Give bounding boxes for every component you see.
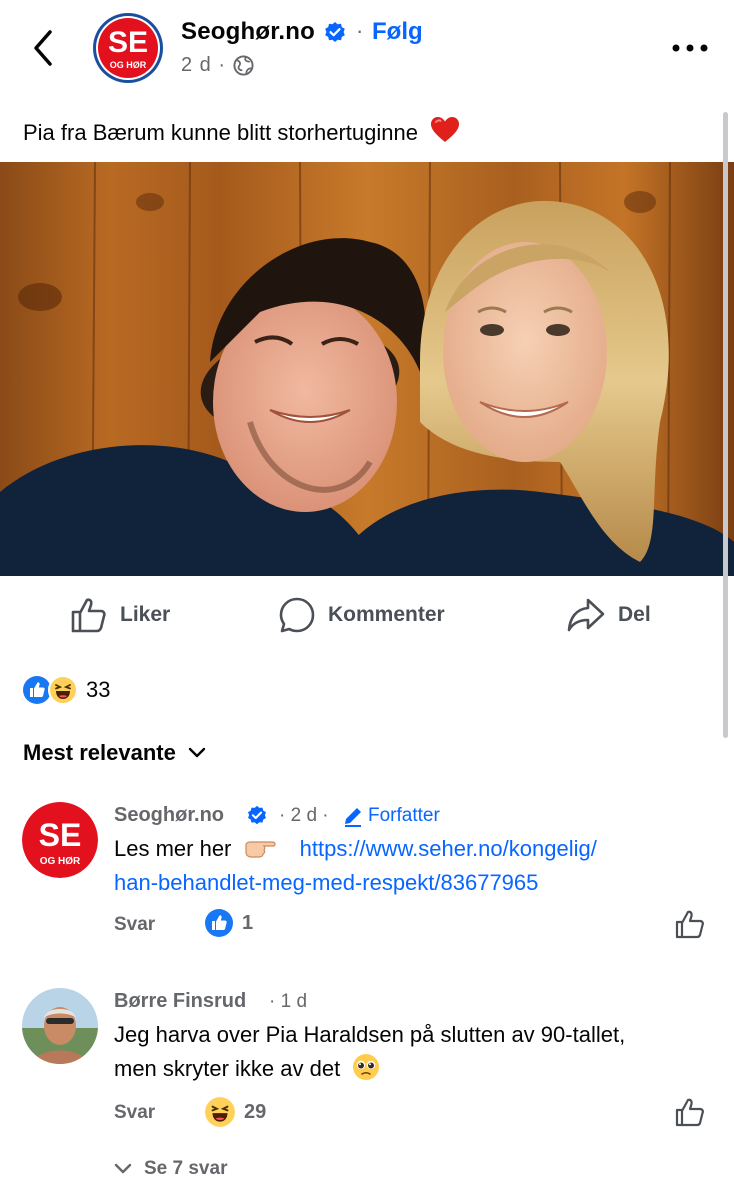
haha-reaction-icon xyxy=(48,675,78,705)
post-time: 2 d · xyxy=(181,54,227,76)
globe-icon xyxy=(233,55,254,76)
reaction-count: 33 xyxy=(86,677,111,702)
separator-dot: · xyxy=(356,18,364,43)
comment-text: Les mer her xyxy=(114,836,232,861)
post-photo[interactable] xyxy=(0,162,734,576)
haha-reaction-icon xyxy=(205,1097,235,1127)
author-badge-label: Forfatter xyxy=(368,805,440,826)
comment-author[interactable]: Børre Finsrud xyxy=(114,990,246,1013)
article-link-line2[interactable]: han-behandlet-meg-med-respekt/83677965 xyxy=(114,870,538,895)
comment-item: Børre Finsrud · 1 d Jeg harva over Pia H… xyxy=(0,982,734,1132)
comment-reaction-summary[interactable]: 1 xyxy=(204,908,253,938)
chevron-down-icon xyxy=(188,747,206,758)
see-replies-label: Se 7 svar xyxy=(144,1158,228,1179)
reaction-summary[interactable]: 33 xyxy=(22,674,110,706)
article-link-line1[interactable]: https://www.seher.no/kongelig/ xyxy=(300,836,597,861)
share-arrow-icon xyxy=(567,598,605,632)
verified-badge-icon xyxy=(325,22,345,42)
more-options-icon[interactable] xyxy=(668,34,712,62)
share-button[interactable]: Del xyxy=(566,590,651,640)
chevron-down-icon xyxy=(114,1163,132,1174)
commenter-avatar[interactable]: SE OG HØR xyxy=(22,802,98,878)
page-name[interactable]: Seoghør.no xyxy=(181,18,315,46)
like-button[interactable]: Liker xyxy=(70,590,170,640)
comment-like-icon[interactable] xyxy=(674,1096,706,1128)
comment-reaction-summary[interactable]: 29 xyxy=(204,1096,266,1128)
avatar-logo-text: SE xyxy=(39,817,82,853)
post-header: SE OG HØR Seoghør.no · Følg 2 d · xyxy=(0,0,734,100)
comment-reaction-count: 1 xyxy=(242,911,254,934)
reply-button[interactable]: Svar xyxy=(114,1102,155,1124)
logo-subtext: OG HØR xyxy=(110,60,147,70)
caption-text: Pia fra Bærum kunne blitt storhertuginne xyxy=(23,120,418,145)
comment-reaction-count: 29 xyxy=(244,1100,267,1123)
comment-bubble-icon xyxy=(279,597,315,633)
back-arrow-icon[interactable] xyxy=(28,26,60,70)
reply-button[interactable]: Svar xyxy=(114,914,155,936)
logo-text: SE xyxy=(108,26,148,59)
like-label: Liker xyxy=(120,603,171,626)
commenter-avatar[interactable] xyxy=(22,988,98,1064)
comment-body: Jeg harva over Pia Haraldsen på slutten … xyxy=(114,1018,714,1086)
see-replies-button[interactable]: Se 7 svar xyxy=(114,1158,227,1180)
comment-text-line2: men skryter ikke av det xyxy=(114,1056,341,1081)
thumbs-up-icon xyxy=(71,598,106,633)
heart-emoji-icon xyxy=(431,117,460,142)
comment-like-icon[interactable] xyxy=(674,908,706,940)
scrollbar[interactable] xyxy=(723,112,728,738)
comment-body: Les mer her https://www.seher.no/kongeli… xyxy=(114,832,714,900)
sort-label: Mest relevante xyxy=(23,740,176,765)
comment-sort-dropdown[interactable]: Mest relevante xyxy=(23,740,206,766)
follow-button[interactable]: Følg xyxy=(372,18,423,46)
verified-badge-icon xyxy=(248,805,266,825)
comment-time: · 1 d xyxy=(269,991,308,1012)
comment-label: Kommenter xyxy=(328,603,445,626)
pencil-icon xyxy=(345,808,361,827)
share-label: Del xyxy=(618,603,651,626)
post-actions: Liker Kommenter Del xyxy=(0,590,734,640)
like-reaction-icon xyxy=(205,909,233,937)
pleading-face-emoji-icon xyxy=(353,1054,380,1080)
comment-time: · 2 d · xyxy=(279,805,329,826)
page-avatar[interactable]: SE OG HØR xyxy=(90,10,166,86)
avatar-logo-subtext: OG HØR xyxy=(40,856,81,867)
comment-item: SE OG HØR Seoghør.no · 2 d · Forfatter L… xyxy=(0,796,734,956)
comment-author[interactable]: Seoghør.no xyxy=(114,804,224,827)
author-badge: Forfatter xyxy=(342,805,440,827)
pointing-hand-emoji-icon xyxy=(244,841,276,858)
post-caption: Pia fra Bærum kunne blitt storhertuginne xyxy=(23,116,460,146)
comment-button[interactable]: Kommenter xyxy=(278,590,445,640)
comment-text-line1: Jeg harva over Pia Haraldsen på slutten … xyxy=(114,1022,626,1047)
